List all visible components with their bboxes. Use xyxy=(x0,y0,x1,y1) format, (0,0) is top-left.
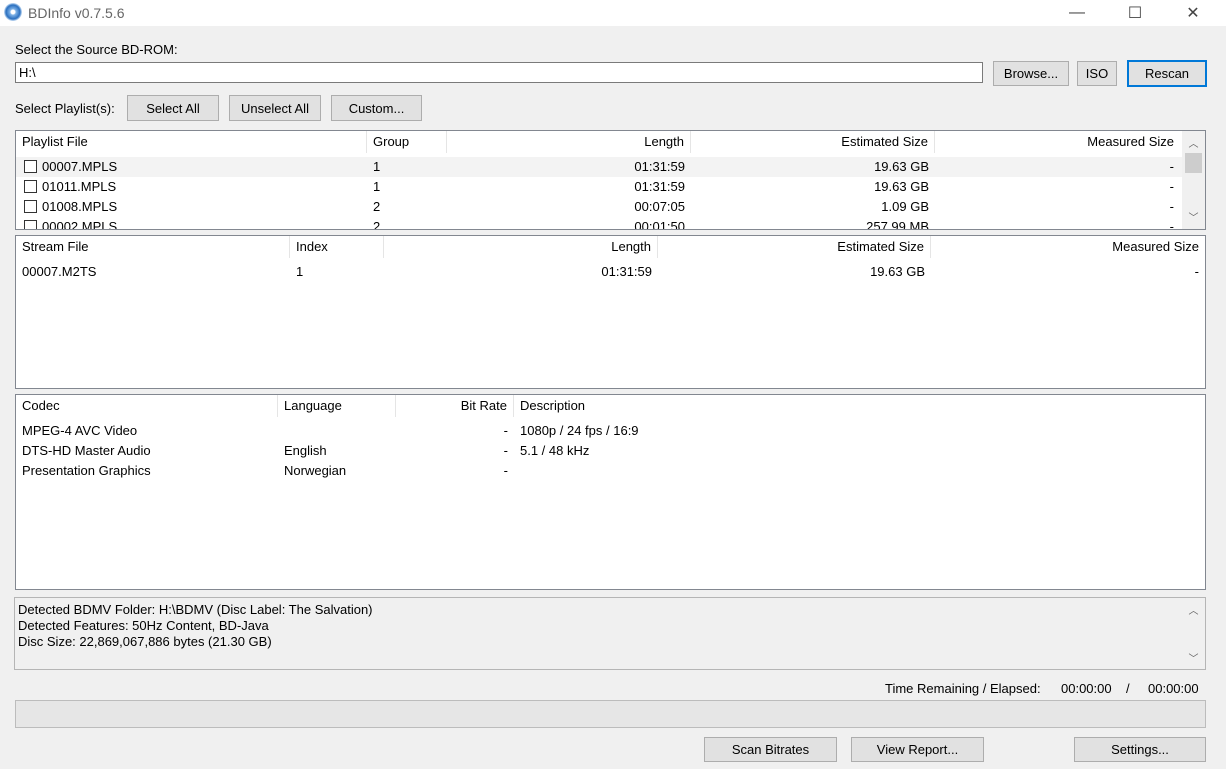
column-header-playlist-file[interactable]: Playlist File xyxy=(16,131,367,153)
column-header-estimated-size[interactable]: Estimated Size xyxy=(658,236,931,258)
playlist-group: 2 xyxy=(373,219,381,230)
chevron-up-icon[interactable]: ︿ xyxy=(1185,602,1202,617)
title-bar: BDInfo v0.7.5.6 — ☐ ✕ xyxy=(0,0,1226,26)
codec-language: Norwegian xyxy=(284,463,347,478)
codec-language: English xyxy=(284,443,327,458)
column-header-bit-rate[interactable]: Bit Rate xyxy=(396,395,514,417)
unselect-all-button[interactable]: Unselect All xyxy=(229,95,321,121)
column-header-length[interactable]: Length xyxy=(447,131,691,153)
stream-measured-size: - xyxy=(1194,264,1199,279)
stream-row[interactable]: 00007.M2TS 1 01:31:59 19.63 GB - xyxy=(16,262,1205,282)
settings-button[interactable]: Settings... xyxy=(1074,737,1206,762)
stream-file: 00007.M2TS xyxy=(22,264,97,279)
playlist-file: 00002.MPLS xyxy=(42,219,118,230)
select-all-button[interactable]: Select All xyxy=(127,95,219,121)
playlist-length: 00:07:05 xyxy=(634,199,685,214)
time-elapsed-value: 00:00:00 xyxy=(1148,681,1199,696)
close-button[interactable]: ✕ xyxy=(1164,0,1222,26)
playlist-estimated-size: 1.09 GB xyxy=(881,199,929,214)
column-header-codec[interactable]: Codec xyxy=(16,395,278,417)
stream-list[interactable]: Stream File Index Length Estimated Size … xyxy=(15,235,1206,389)
scan-progress-bar xyxy=(15,700,1206,728)
scroll-thumb[interactable] xyxy=(1185,153,1202,173)
codec-bit-rate: - xyxy=(503,443,508,458)
info-line: Detected Features: 50Hz Content, BD-Java xyxy=(18,618,269,633)
playlist-row[interactable]: 01008.MPLS 2 00:07:05 1.09 GB - xyxy=(16,197,1183,217)
column-header-measured-size[interactable]: Measured Size xyxy=(935,131,1180,153)
column-header-stream-file[interactable]: Stream File xyxy=(16,236,290,258)
codec-description: 5.1 / 48 kHz xyxy=(520,443,590,458)
playlist-row[interactable]: 00002.MPLS 2 00:01:50 257.99 MB - xyxy=(16,217,1183,230)
codec-row[interactable]: Presentation Graphics Norwegian - xyxy=(16,461,1205,481)
stream-length: 01:31:59 xyxy=(601,264,652,279)
disc-icon xyxy=(4,3,22,21)
playlist-estimated-size: 19.63 GB xyxy=(874,179,929,194)
playlist-length: 01:31:59 xyxy=(634,159,685,174)
chevron-up-icon[interactable]: ︿ xyxy=(1185,135,1202,150)
column-header-description[interactable]: Description xyxy=(514,395,1205,417)
time-separator: / xyxy=(1126,681,1130,696)
playlist-measured-size: - xyxy=(1169,179,1174,194)
playlist-measured-size: - xyxy=(1169,159,1174,174)
playlist-file: 01008.MPLS xyxy=(42,199,118,214)
column-header-length[interactable]: Length xyxy=(384,236,658,258)
codec-list[interactable]: Codec Language Bit Rate Description MPEG… xyxy=(15,394,1206,590)
chevron-down-icon[interactable]: ﹀ xyxy=(1185,650,1202,665)
time-remaining-value: 00:00:00 xyxy=(1061,681,1112,696)
playlist-estimated-size: 257.99 MB xyxy=(866,219,929,230)
playlist-length: 01:31:59 xyxy=(634,179,685,194)
info-line: Disc Size: 22,869,067,886 bytes (21.30 G… xyxy=(18,634,272,649)
stream-estimated-size: 19.63 GB xyxy=(870,264,925,279)
playlist-length: 00:01:50 xyxy=(634,219,685,230)
info-textarea[interactable]: Detected BDMV Folder: H:\BDMV (Disc Labe… xyxy=(14,597,1206,670)
stream-index: 1 xyxy=(296,264,304,279)
playlist-list[interactable]: Playlist File Group Length Estimated Siz… xyxy=(15,130,1206,230)
codec-language xyxy=(278,421,396,441)
time-remaining-label: Time Remaining / Elapsed: xyxy=(885,681,1041,696)
rescan-button[interactable]: Rescan xyxy=(1127,60,1207,87)
scan-bitrates-button[interactable]: Scan Bitrates xyxy=(704,737,837,762)
source-path-input[interactable]: H:\ xyxy=(15,62,983,83)
playlist-row[interactable]: 00007.MPLS 1 01:31:59 19.63 GB - xyxy=(16,157,1183,177)
column-header-index[interactable]: Index xyxy=(290,236,384,258)
codec-name: Presentation Graphics xyxy=(22,463,151,478)
info-scrollbar[interactable]: ︿ ﹀ xyxy=(1183,598,1205,669)
custom-button[interactable]: Custom... xyxy=(331,95,422,121)
codec-bit-rate: - xyxy=(503,463,508,478)
playlist-measured-size: - xyxy=(1169,219,1174,230)
playlists-label: Select Playlist(s): xyxy=(15,101,115,116)
playlist-file: 00007.MPLS xyxy=(42,159,118,174)
codec-row[interactable]: MPEG-4 AVC Video - 1080p / 24 fps / 16:9 xyxy=(16,421,1205,441)
chevron-down-icon[interactable]: ﹀ xyxy=(1185,209,1202,224)
codec-bit-rate: - xyxy=(503,423,508,438)
column-header-estimated-size[interactable]: Estimated Size xyxy=(691,131,935,153)
codec-name: MPEG-4 AVC Video xyxy=(22,423,138,438)
view-report-button[interactable]: View Report... xyxy=(851,737,984,762)
playlist-row[interactable]: 01011.MPLS 1 01:31:59 19.63 GB - xyxy=(16,177,1183,197)
source-label: Select the Source BD-ROM: xyxy=(15,42,178,57)
codec-row[interactable]: DTS-HD Master Audio English - 5.1 / 48 k… xyxy=(16,441,1205,461)
info-line: Detected BDMV Folder: H:\BDMV (Disc Labe… xyxy=(18,602,373,617)
column-header-language[interactable]: Language xyxy=(278,395,396,417)
codec-description: 1080p / 24 fps / 16:9 xyxy=(520,423,639,438)
codec-description xyxy=(514,461,1205,481)
playlist-group: 1 xyxy=(373,159,381,174)
column-header-group[interactable]: Group xyxy=(367,131,447,153)
codec-name: DTS-HD Master Audio xyxy=(22,443,151,458)
playlist-group: 1 xyxy=(373,179,381,194)
column-header-measured-size[interactable]: Measured Size xyxy=(931,236,1205,258)
playlist-measured-size: - xyxy=(1169,199,1174,214)
playlist-estimated-size: 19.63 GB xyxy=(874,159,929,174)
browse-button[interactable]: Browse... xyxy=(993,61,1069,86)
maximize-button[interactable]: ☐ xyxy=(1106,0,1164,26)
window-title: BDInfo v0.7.5.6 xyxy=(28,5,125,21)
playlist-scrollbar[interactable]: ︿ ﹀ xyxy=(1182,131,1205,229)
minimize-button[interactable]: — xyxy=(1048,0,1106,26)
iso-button[interactable]: ISO xyxy=(1077,61,1117,86)
playlist-group: 2 xyxy=(373,199,381,214)
playlist-file: 01011.MPLS xyxy=(42,179,117,194)
